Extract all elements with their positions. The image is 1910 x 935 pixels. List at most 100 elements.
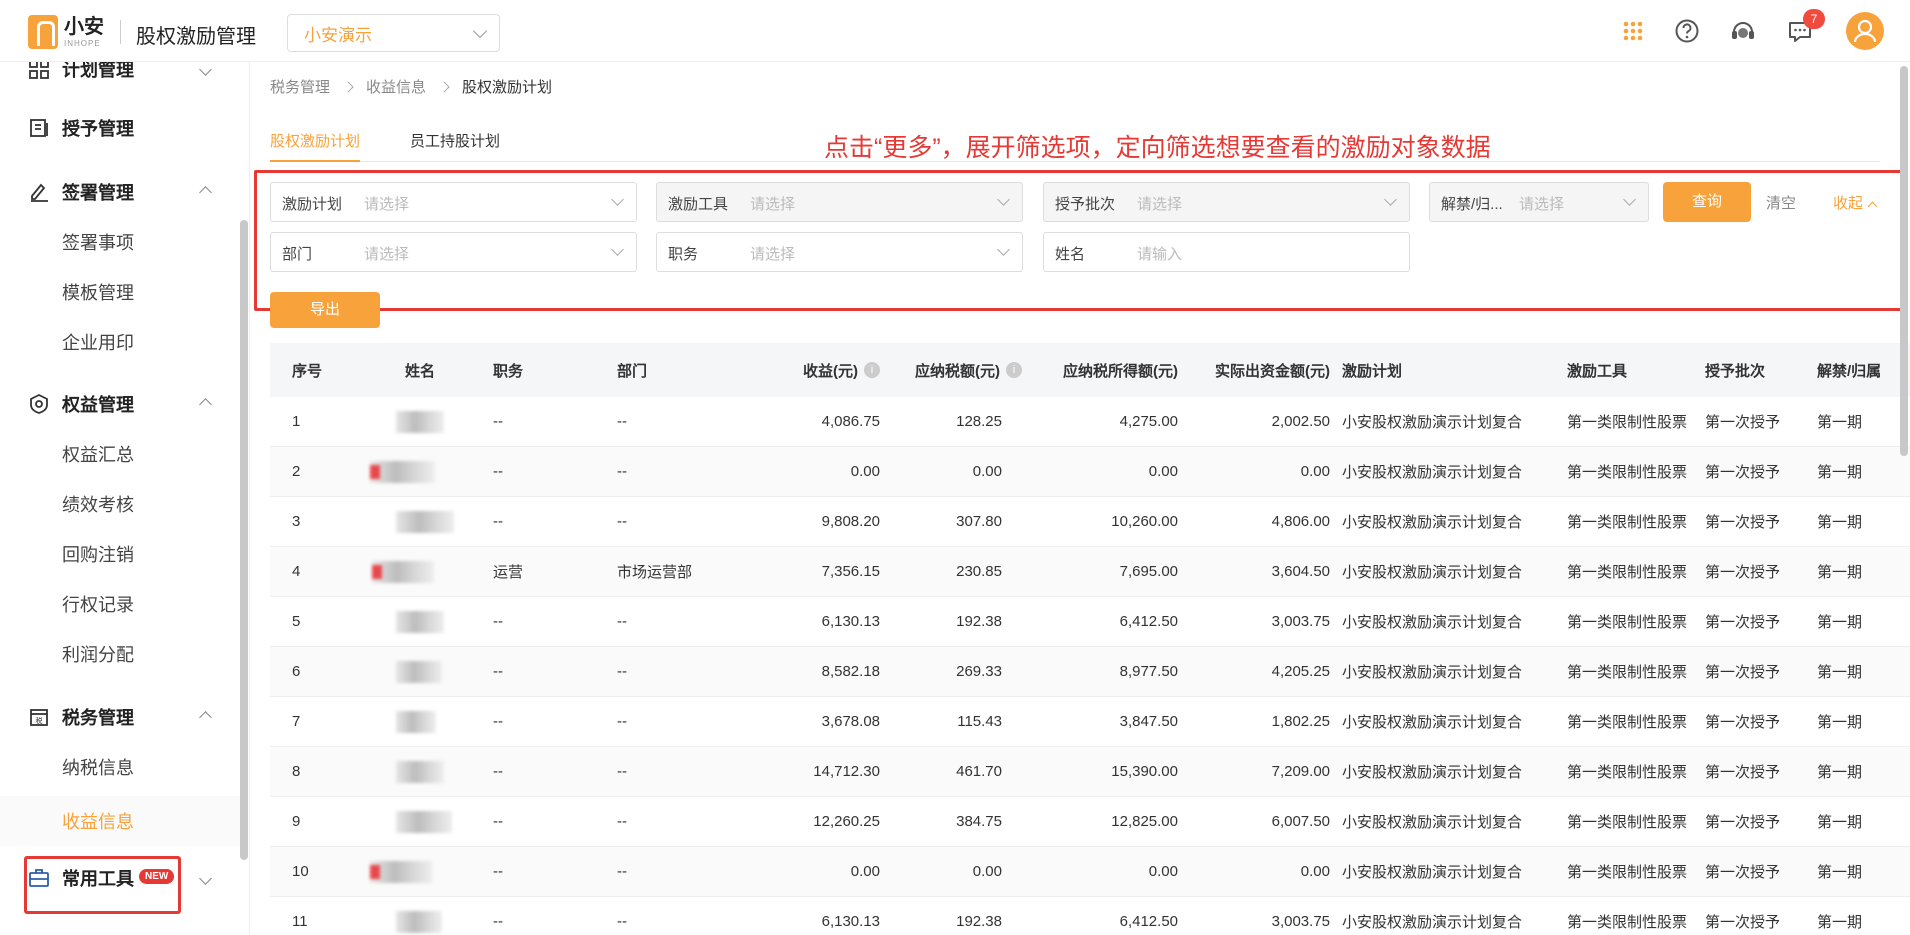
col-header: 激励工具 — [1567, 362, 1628, 380]
cell-tool: 第一类限制性股票 — [1567, 914, 1688, 931]
cell-position: -- — [493, 713, 503, 730]
col-header: 应纳税所得额(元) — [1063, 362, 1178, 380]
cell-tax: 0.00 — [972, 863, 1002, 880]
logo-subtext: INHOPE — [64, 38, 101, 48]
cell-no: 1 — [292, 413, 301, 430]
sidebar-item-equity-summary[interactable]: 权益汇总 — [0, 429, 240, 479]
filter-tool-select[interactable]: 激励工具 请选择 — [656, 182, 1023, 222]
top-bar: 小安 INHOPE 股权激励管理 小安演示 7 — [0, 0, 1910, 62]
sidebar-group-sign[interactable]: 签署管理 — [0, 167, 240, 217]
toolbox-icon — [29, 869, 49, 887]
filter-position-select[interactable]: 职务 请选择 — [656, 232, 1023, 272]
chevron-down-icon — [997, 193, 1010, 206]
name-redacted — [396, 611, 444, 633]
filter-plan-select[interactable]: 激励计划 请选择 — [270, 182, 637, 222]
cell-batch: 第一次授予 — [1705, 564, 1781, 581]
table-row[interactable]: 4 运营 市场运营部 7,356.15 230.85 7,695.00 3,604.50 小安… — [270, 547, 1910, 597]
logo[interactable]: 小安 INHOPE — [28, 14, 108, 50]
svg-text:税: 税 — [36, 716, 43, 725]
chevron-down-icon — [611, 193, 624, 206]
cell-unlock: 第一期 — [1817, 414, 1863, 431]
col-header: 激励计划 — [1342, 362, 1403, 380]
cell-tool: 第一类限制性股票 — [1567, 714, 1688, 731]
export-button[interactable]: 导出 — [270, 292, 380, 328]
cell-plan: 小安股权激励演示计划复合 — [1342, 564, 1523, 581]
sidebar-item-income-info[interactable]: 收益信息 — [0, 796, 240, 846]
filter-dept-select[interactable]: 部门 请选择 — [270, 232, 637, 272]
cell-dept: -- — [617, 613, 627, 630]
sidebar-group-tools[interactable]: 常用工具 NEW — [0, 853, 240, 903]
cell-no: 3 — [292, 513, 301, 530]
main-scrollbar[interactable] — [1900, 66, 1908, 456]
sidebar-item-buyback[interactable]: 回购注销 — [0, 529, 240, 579]
main-content: 税务管理 收益信息 股权激励计划 股权激励计划 员工持股计划 点击“更多”，展开… — [251, 62, 1910, 935]
filter-label: 姓名 — [1055, 246, 1086, 263]
user-avatar-icon[interactable] — [1846, 12, 1884, 50]
filter-name-input[interactable]: 姓名 请输入 — [1043, 232, 1410, 272]
table-row[interactable]: 6 -- -- 8,582.18 269.33 8,977.50 4,205.25 小安股权激… — [270, 647, 1910, 697]
sidebar-item-performance[interactable]: 绩效考核 — [0, 479, 240, 529]
cell-income: 4,086.75 — [821, 413, 880, 430]
new-badge: NEW — [139, 869, 175, 884]
breadcrumb-item[interactable]: 收益信息 — [366, 76, 426, 97]
cell-tax: 230.85 — [956, 563, 1002, 580]
table-row[interactable]: 7 -- -- 3,678.08 115.43 3,847.50 1,802.25 小安股权激… — [270, 697, 1910, 747]
cell-paid: 3,003.75 — [1271, 913, 1330, 930]
cell-unlock: 第一期 — [1817, 714, 1863, 731]
table-row[interactable]: 2 -- -- 0.00 0.00 0.00 0.00 小安股权激励演示计划复合 第一类限制性股… — [270, 447, 1910, 497]
sidebar-group-equity[interactable]: 权益管理 — [0, 379, 240, 429]
filter-unlock-select[interactable]: 解禁/归... 请选择 — [1429, 182, 1649, 222]
table-row[interactable]: 3 -- -- 9,808.20 307.80 10,260.00 4,806.00 小安股权… — [270, 497, 1910, 547]
info-icon[interactable]: i — [1006, 362, 1022, 378]
table-row[interactable]: 5 -- -- 6,130.13 192.38 6,412.50 3,003.75 小安股权激… — [270, 597, 1910, 647]
cell-position: -- — [493, 613, 503, 630]
cell-unlock: 第一期 — [1817, 914, 1863, 931]
help-icon[interactable] — [1672, 16, 1702, 46]
sign-icon — [31, 183, 48, 202]
info-icon[interactable]: i — [864, 362, 880, 378]
sidebar-item-template[interactable]: 模板管理 — [0, 267, 240, 317]
tab-employee-stock[interactable]: 员工持股计划 — [410, 130, 500, 162]
cell-batch: 第一次授予 — [1705, 714, 1781, 731]
sidebar-scrollbar[interactable] — [240, 220, 248, 860]
name-redacted — [370, 461, 435, 483]
cell-tool: 第一类限制性股票 — [1567, 864, 1688, 881]
sidebar-item-tax-info[interactable]: 纳税信息 — [0, 742, 240, 792]
cell-batch: 第一次授予 — [1705, 914, 1781, 931]
filter-label: 激励工具 — [668, 196, 729, 213]
clear-button[interactable]: 清空 — [1766, 192, 1796, 213]
col-header: 姓名 — [405, 362, 436, 380]
sidebar-group-grant[interactable]: 授予管理 — [0, 103, 240, 153]
cell-no: 7 — [292, 713, 301, 730]
cell-no: 8 — [292, 763, 301, 780]
table-row[interactable]: 11 -- -- 6,130.13 192.38 6,412.50 3,003.75 小安股权… — [270, 897, 1910, 935]
cell-unlock: 第一期 — [1817, 864, 1863, 881]
collapse-button[interactable]: 收起 — [1833, 192, 1878, 213]
cell-income: 3,678.08 — [821, 713, 880, 730]
table-row[interactable]: 9 -- -- 12,260.25 384.75 12,825.00 6,007.50 小安股… — [270, 797, 1910, 847]
sidebar-item-sign-matters[interactable]: 签署事项 — [0, 217, 240, 267]
sidebar-item-exercise[interactable]: 行权记录 — [0, 579, 240, 629]
table-row[interactable]: 8 -- -- 14,712.30 461.70 15,390.00 7,209.00 小安股… — [270, 747, 1910, 797]
chevron-down-icon — [472, 23, 488, 39]
sidebar-group-plan[interactable]: 计划管理 — [0, 62, 240, 94]
filter-batch-select[interactable]: 授予批次 请选择 — [1043, 182, 1410, 222]
breadcrumb: 税务管理 收益信息 股权激励计划 — [270, 76, 552, 97]
sidebar-group-label: 计划管理 — [62, 62, 134, 80]
table-row[interactable]: 1 -- -- 4,086.75 128.25 4,275.00 2,002.50 小安股权激… — [270, 397, 1910, 447]
company-select[interactable]: 小安演示 — [287, 14, 500, 52]
filter-placeholder: 请选择 — [1519, 196, 1565, 213]
sidebar-item-seal[interactable]: 企业用印 — [0, 317, 240, 367]
cell-batch: 第一次授予 — [1705, 864, 1781, 881]
sidebar-group-tax[interactable]: 税 税务管理 — [0, 692, 240, 742]
query-button[interactable]: 查询 — [1663, 182, 1751, 222]
cell-plan: 小安股权激励演示计划复合 — [1342, 864, 1523, 881]
apps-grid-icon[interactable] — [1618, 16, 1648, 46]
cell-batch: 第一次授予 — [1705, 764, 1781, 781]
breadcrumb-item[interactable]: 税务管理 — [270, 76, 330, 97]
customer-service-icon[interactable] — [1728, 16, 1758, 46]
cell-income: 6,130.13 — [821, 613, 880, 630]
tab-equity-incentive[interactable]: 股权激励计划 — [270, 130, 361, 162]
sidebar-item-profit[interactable]: 利润分配 — [0, 629, 240, 679]
table-row[interactable]: 10 -- -- 0.00 0.00 0.00 0.00 小安股权激励演示计划复合 第一类限制性… — [270, 847, 1910, 897]
